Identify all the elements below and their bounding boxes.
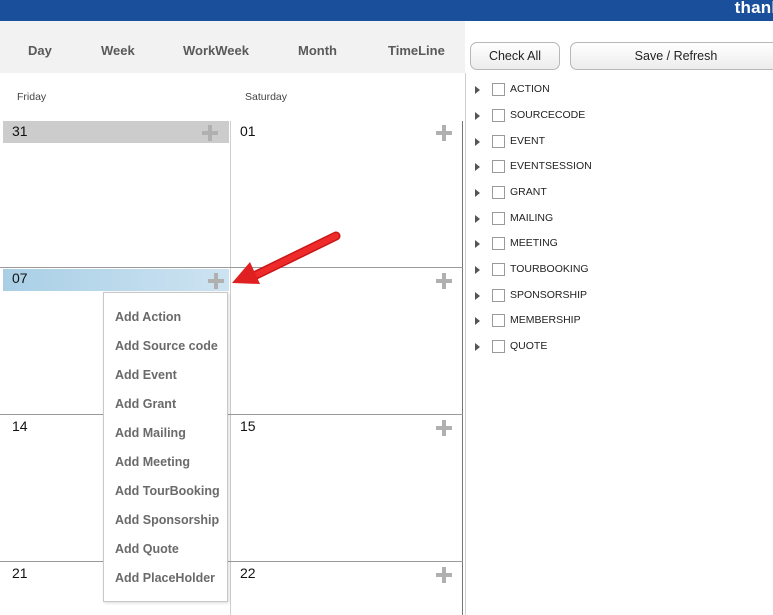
menu-item-add-event[interactable]: Add Event	[115, 368, 177, 382]
add-item-menu: Add Action Add Source code Add Event Add…	[103, 292, 228, 602]
menu-item-add-quote[interactable]: Add Quote	[115, 542, 179, 556]
save-refresh-button[interactable]: Save / Refresh	[570, 42, 773, 70]
date-cell-label[interactable]: 07	[12, 270, 28, 286]
date-cell-label[interactable]: 21	[12, 565, 28, 581]
date-cell-label[interactable]: 14	[12, 418, 28, 434]
date-cell-label[interactable]: 15	[240, 418, 256, 434]
tab-day[interactable]: Day	[28, 43, 52, 58]
caret-right-icon[interactable]	[475, 189, 480, 197]
calendar-page: thank Day Week WorkWeek Month TimeLine C…	[0, 0, 773, 615]
filter-checkbox[interactable]	[492, 109, 505, 122]
cell-highlight-selected	[3, 269, 229, 291]
caret-right-icon[interactable]	[475, 86, 480, 94]
plus-icon[interactable]	[436, 273, 452, 289]
filter-label: MEMBERSHIP	[510, 314, 581, 326]
tab-month[interactable]: Month	[298, 43, 337, 58]
caret-right-icon[interactable]	[475, 112, 480, 120]
filter-checkbox[interactable]	[492, 289, 505, 302]
view-tabs: Day Week WorkWeek Month TimeLine	[0, 21, 465, 73]
filter-checkbox[interactable]	[492, 160, 505, 173]
calendar-grid: Friday Saturday 31 01 07 08 14 15 21 22	[0, 73, 465, 615]
row-divider	[0, 561, 463, 562]
check-all-button[interactable]: Check All	[470, 42, 560, 70]
caret-right-icon[interactable]	[475, 317, 480, 325]
filter-checkbox[interactable]	[492, 135, 505, 148]
caret-right-icon[interactable]	[475, 163, 480, 171]
menu-item-add-action[interactable]: Add Action	[115, 310, 181, 324]
filter-label: MEETING	[510, 237, 558, 249]
caret-right-icon[interactable]	[475, 240, 480, 248]
plus-icon[interactable]	[202, 125, 218, 141]
caret-right-icon[interactable]	[475, 292, 480, 300]
brand-logo-text: thank	[734, 0, 773, 17]
menu-item-add-grant[interactable]: Add Grant	[115, 397, 176, 411]
filter-label: ACTION	[510, 83, 550, 95]
caret-right-icon[interactable]	[475, 215, 480, 223]
caret-right-icon[interactable]	[475, 266, 480, 274]
day-header-saturday: Saturday	[245, 91, 288, 103]
filter-label: GRANT	[510, 186, 547, 198]
filter-label: TOURBOOKING	[510, 263, 589, 275]
date-cell-label[interactable]: 31	[12, 123, 28, 139]
menu-item-add-sponsorship[interactable]: Add Sponsorship	[115, 513, 219, 527]
filter-label: MAILING	[510, 212, 554, 224]
day-header-friday: Friday	[17, 91, 47, 103]
menu-item-add-placeholder[interactable]: Add PlaceHolder	[115, 571, 215, 585]
filter-checkbox[interactable]	[492, 263, 505, 276]
filter-label: EVENTSESSION	[510, 160, 592, 172]
filter-label: QUOTE	[510, 340, 548, 352]
menu-item-add-tourbooking[interactable]: Add TourBooking	[115, 484, 220, 498]
date-cell-label[interactable]: 22	[240, 565, 256, 581]
menu-item-add-mailing[interactable]: Add Mailing	[115, 426, 186, 440]
date-cell-label[interactable]: 01	[240, 123, 256, 139]
cell-highlight-gray	[3, 121, 229, 143]
plus-icon[interactable]	[436, 420, 452, 436]
caret-right-icon[interactable]	[475, 138, 480, 146]
menu-item-add-meeting[interactable]: Add Meeting	[115, 455, 190, 469]
plus-icon[interactable]	[436, 125, 452, 141]
filter-checkbox[interactable]	[492, 314, 505, 327]
filter-label: SPONSORSHIP	[510, 289, 588, 301]
filter-checkbox[interactable]	[492, 186, 505, 199]
filter-checkbox[interactable]	[492, 237, 505, 250]
tab-week[interactable]: Week	[101, 43, 135, 58]
column-divider	[230, 121, 231, 615]
caret-right-icon[interactable]	[475, 343, 480, 351]
tab-timeline[interactable]: TimeLine	[388, 43, 445, 58]
calendar-right-border	[462, 121, 463, 615]
plus-icon[interactable]	[208, 273, 224, 289]
red-arrow-icon	[232, 231, 341, 284]
filter-checkbox[interactable]	[492, 212, 505, 225]
filter-label: EVENT	[510, 135, 546, 147]
tab-workweek[interactable]: WorkWeek	[183, 43, 249, 58]
plus-icon[interactable]	[436, 567, 452, 583]
top-banner: thank	[0, 0, 773, 21]
filter-panel: ACTION SOURCECODE EVENT EVENTSESSION GRA…	[465, 73, 773, 615]
row-divider	[0, 414, 463, 415]
menu-item-add-source-code[interactable]: Add Source code	[115, 339, 218, 353]
filter-checkbox[interactable]	[492, 340, 505, 353]
filter-label: SOURCECODE	[510, 109, 586, 121]
filter-checkbox[interactable]	[492, 83, 505, 96]
